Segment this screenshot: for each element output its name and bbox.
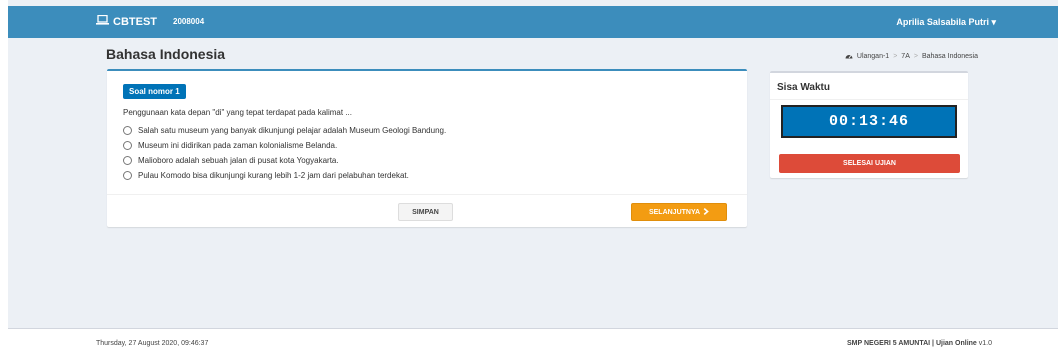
box-footer-divider <box>107 194 747 195</box>
save-button[interactable]: SIMPAN <box>398 203 453 221</box>
breadcrumb-item-class[interactable]: 7A <box>901 53 910 60</box>
page-title: Bahasa Indonesia <box>106 46 226 62</box>
breadcrumb-item-exam[interactable]: Ulangan-1 <box>857 53 889 60</box>
timer-box: Sisa Waktu 00:13:46 SELESAI UJIAN <box>770 71 968 178</box>
app-version: v1.0 <box>978 340 992 347</box>
answer-option-label: Museum ini didirikan pada zaman kolonial… <box>138 141 338 150</box>
school-name: SMP NEGERI 5 AMUNTAI | Ujian Online <box>847 340 977 347</box>
user-menu[interactable]: Aprilia Salsabila Putri ▾ <box>896 17 996 28</box>
answer-option-a[interactable]: Salah satu museum yang banyak dikunjungi… <box>123 123 446 138</box>
next-button[interactable]: SELANJUTNYA <box>631 203 727 221</box>
answer-option-d[interactable]: Pulau Komodo bisa dikunjungi kurang lebi… <box>123 168 446 183</box>
answer-option-label: Pulau Komodo bisa dikunjungi kurang lebi… <box>138 171 409 180</box>
question-box: Soal nomor 1 Penggunaan kata depan "di" … <box>107 69 747 227</box>
brand-label: CBTEST <box>113 15 157 28</box>
breadcrumb-separator: > <box>893 53 898 60</box>
user-name: Aprilia Salsabila Putri <box>896 17 989 27</box>
top-navbar: CBTEST 2008004 Aprilia Salsabila Putri ▾ <box>8 6 1058 38</box>
timer-title: Sisa Waktu <box>777 82 830 93</box>
breadcrumb-item-subject: Bahasa Indonesia <box>921 53 978 60</box>
radio-button[interactable] <box>123 126 132 135</box>
answer-options: Salah satu museum yang banyak dikunjungi… <box>123 123 446 183</box>
radio-button[interactable] <box>123 156 132 165</box>
next-button-label: SELANJUTNYA <box>648 208 701 216</box>
radio-button[interactable] <box>123 141 132 150</box>
brand[interactable]: CBTEST 2008004 <box>96 14 205 28</box>
exam-code: 2008004 <box>173 17 205 26</box>
laptop-icon <box>96 14 109 28</box>
breadcrumb: Ulangan-1 > 7A > Bahasa Indonesia <box>845 52 978 61</box>
question-text: Penggunaan kata depan "di" yang tepat te… <box>123 108 352 117</box>
chevron-right-icon <box>703 207 709 217</box>
page-footer: Thursday, 27 August 2020, 09:46:37 SMP N… <box>8 328 1058 354</box>
question-number-badge: Soal nomor 1 <box>123 84 186 99</box>
answer-option-label: Malioboro adalah sebuah jalan di pusat k… <box>138 156 339 165</box>
chevron-down-icon: ▾ <box>991 17 996 27</box>
answer-option-c[interactable]: Malioboro adalah sebuah jalan di pusat k… <box>123 153 446 168</box>
footer-school: SMP NEGERI 5 AMUNTAI | Ujian Online v1.0 <box>847 340 992 347</box>
radio-button[interactable] <box>123 171 132 180</box>
save-button-label: SIMPAN <box>412 208 439 216</box>
answer-option-b[interactable]: Museum ini didirikan pada zaman kolonial… <box>123 138 446 153</box>
finish-exam-button[interactable]: SELESAI UJIAN <box>779 154 960 173</box>
countdown-timer: 00:13:46 <box>781 105 957 138</box>
answer-option-label: Salah satu museum yang banyak dikunjungi… <box>138 126 447 135</box>
footer-datetime: Thursday, 27 August 2020, 09:46:37 <box>96 340 209 347</box>
app-frame: CBTEST 2008004 Aprilia Salsabila Putri ▾… <box>8 0 1058 354</box>
breadcrumb-separator: > <box>913 53 918 60</box>
timer-divider <box>770 99 968 100</box>
finish-exam-label: SELESAI UJIAN <box>843 160 896 167</box>
dashboard-icon <box>845 52 853 61</box>
